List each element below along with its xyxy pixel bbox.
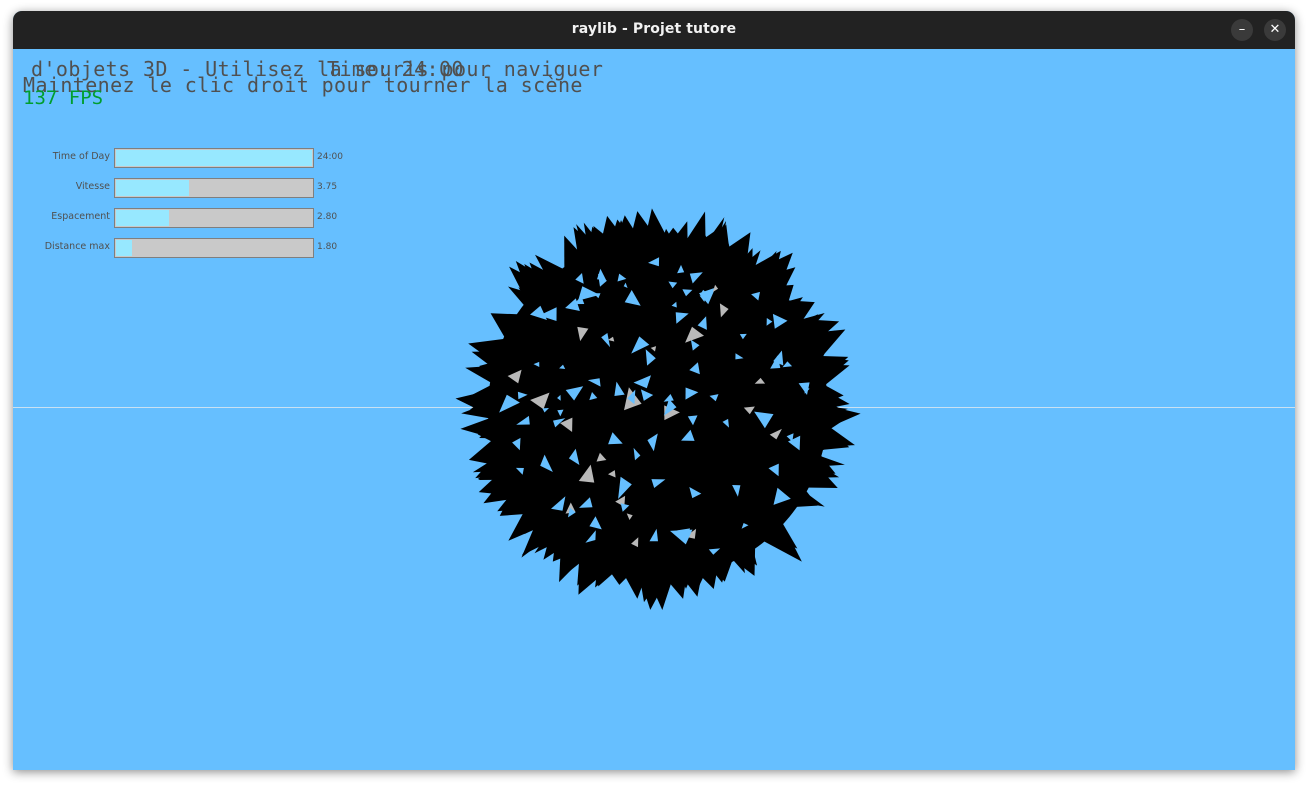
close-button[interactable]: ✕ — [1264, 19, 1286, 41]
slider-label: Distance max — [44, 241, 110, 252]
sphere-spike — [804, 452, 845, 468]
title-bar[interactable]: raylib - Projet tutore – ✕ — [13, 11, 1295, 49]
slider-track[interactable] — [114, 148, 314, 168]
slider-distance-max: Distance max 1.80 — [13, 238, 373, 258]
fps-counter: 137 FPS — [23, 87, 104, 109]
slider-track[interactable] — [114, 238, 314, 258]
slider-label: Vitesse — [75, 181, 110, 192]
slider-time-of-day: Time of Day 24:00 — [13, 148, 373, 168]
slider-fill — [116, 180, 189, 196]
slider-label: Espacement — [51, 211, 110, 222]
slider-fill — [116, 240, 132, 256]
slider-track[interactable] — [114, 178, 314, 198]
3d-viewport[interactable]: d'objets 3D - Utilisez la souris pour na… — [13, 49, 1295, 770]
sphere-canvas — [455, 208, 861, 611]
minimize-button[interactable]: – — [1231, 19, 1253, 41]
slider-value: 1.80 — [317, 242, 338, 252]
app-window: raylib - Projet tutore – ✕ d'objets 3D -… — [13, 11, 1295, 770]
slider-fill — [116, 210, 169, 226]
slider-fill — [116, 150, 312, 166]
slider-espacement: Espacement 2.80 — [13, 208, 373, 228]
slider-label: Time of Day — [52, 151, 110, 162]
instructions-line-2: Maintenez le clic droit pour tourner la … — [23, 73, 583, 97]
slider-track[interactable] — [114, 208, 314, 228]
spiky-sphere-object — [453, 204, 863, 614]
slider-value: 3.75 — [317, 182, 338, 192]
window-title: raylib - Projet tutore — [571, 21, 737, 37]
slider-value: 2.80 — [317, 212, 338, 222]
slider-value: 24:00 — [317, 152, 343, 162]
slider-vitesse: Vitesse 3.75 — [13, 178, 373, 198]
